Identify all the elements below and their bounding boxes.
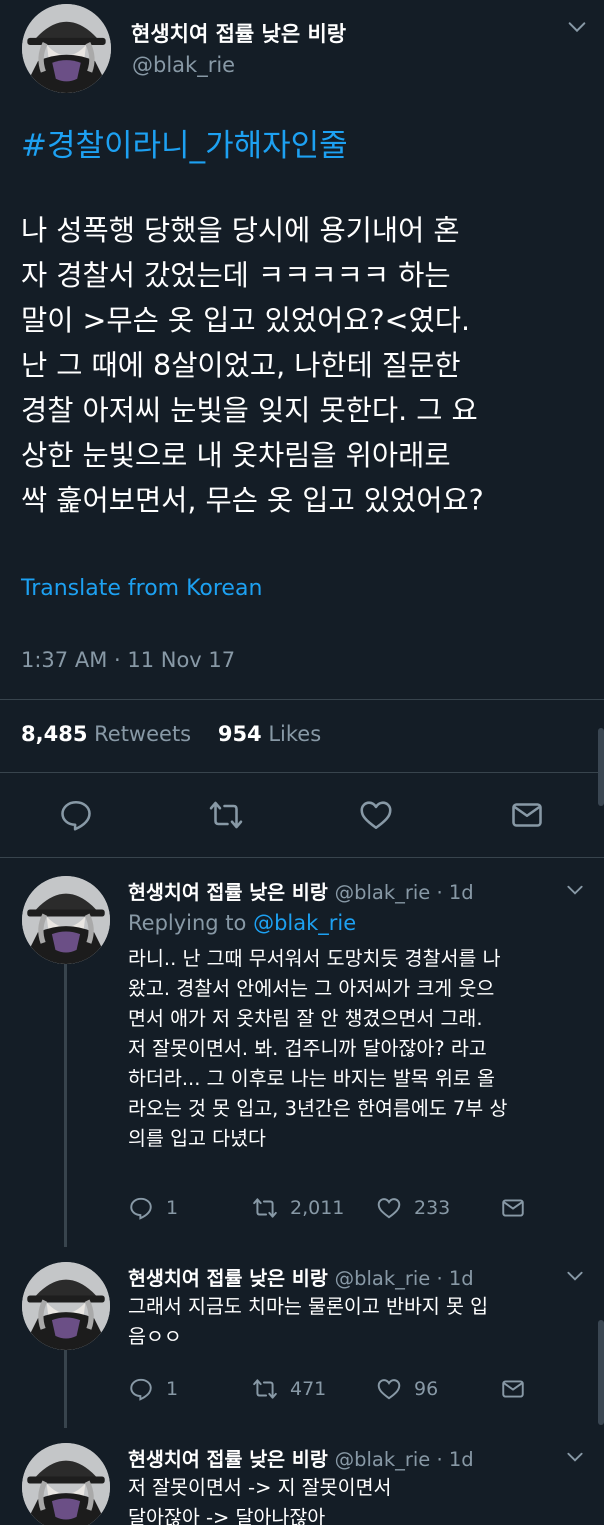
message-button[interactable]	[500, 1376, 538, 1402]
retweets-count[interactable]: 8,485	[21, 722, 87, 746]
retweet-button[interactable]: 471	[252, 1376, 326, 1402]
tweet-body-line: 경찰 아저씨 눈빛을 잊지 못한다. 그 요	[21, 394, 478, 427]
reply-button[interactable]	[58, 797, 94, 833]
thread-line	[64, 962, 67, 1247]
author-name[interactable]: 현생치여 접률 낮은 비랑	[128, 1267, 328, 1290]
message-icon	[512, 803, 542, 827]
tweet-body-line: 난 그 때에 8살이었고, 나한테 질문한	[21, 349, 461, 382]
reply-body-line: 면서 애가 저 옷차림 잘 안 챙겼으면서 그래.	[128, 1007, 483, 1030]
retweet-icon	[253, 1379, 277, 1399]
reply-icon	[61, 800, 91, 831]
message-button[interactable]	[509, 797, 545, 833]
reply-header: 현생치여 접률 낮은 비랑 @blak_rie · 1d	[128, 876, 474, 905]
author-name[interactable]: 현생치여 접률 낮은 비랑	[128, 881, 328, 904]
tweet-body-line: 싹 훑어보면서, 무슨 옷 입고 있었어요?	[21, 484, 484, 517]
reply-body-line: 하더라... 그 이후로 나는 바지는 발목 위로 올	[128, 1067, 495, 1090]
reply-body-line: 저 잘못이면서 -> 지 잘못이면서	[128, 1476, 392, 1499]
retweet-count: 2,011	[290, 1197, 345, 1219]
avatar-image	[22, 4, 111, 93]
avatar-image	[22, 1262, 110, 1350]
reply-button[interactable]: 1	[128, 1195, 178, 1221]
reply-body: 그래서 지금도 치마는 물론이고 반바지 못 입 음ㅇㅇ	[128, 1292, 588, 1352]
retweet-button[interactable]: 2,011	[252, 1195, 344, 1221]
hashtag-link[interactable]: #경찰이라니_가해자인줄	[21, 120, 348, 165]
message-icon	[502, 1199, 524, 1217]
author-handle[interactable]: @blak_rie	[132, 53, 235, 77]
scrollbar[interactable]	[598, 1320, 604, 1425]
like-button[interactable]: 96	[376, 1376, 438, 1402]
retweets-label[interactable]: Retweets	[94, 722, 191, 746]
retweet-count: 471	[290, 1378, 327, 1400]
tweet-body-line: 말이 >무슨 옷 입고 있었어요?<였다.	[21, 304, 471, 337]
replying-handle-link[interactable]: @blak_rie	[253, 911, 356, 935]
retweet-icon	[253, 1198, 277, 1218]
likes-count[interactable]: 954	[218, 722, 262, 746]
reply-icon	[130, 1197, 152, 1220]
message-button[interactable]	[500, 1195, 538, 1221]
reply-header: 현생치여 접률 낮은 비랑 @blak_rie · 1d	[128, 1262, 474, 1291]
like-icon	[377, 1379, 401, 1400]
reply-body-line: 달아잖아 -> 달아나잖아	[128, 1506, 326, 1525]
avatar[interactable]	[22, 1443, 110, 1525]
divider	[0, 857, 604, 858]
reply-body: 저 잘못이면서 -> 지 잘못이면서 달아잖아 -> 달아나잖아	[128, 1473, 588, 1525]
like-icon	[377, 1198, 401, 1219]
message-icon	[502, 1380, 524, 1398]
handle-time[interactable]: @blak_rie · 1d	[335, 1448, 474, 1471]
tweet-body-line: 나 성폭행 당했을 당시에 용기내어 혼	[21, 214, 460, 247]
reply-body-line: 저 잘못이면서. 봐. 겁주니까 달아잖아? 라고	[128, 1037, 487, 1060]
chevron-down-icon[interactable]	[566, 16, 588, 38]
reply-body-line: 음ㅇㅇ	[128, 1325, 182, 1348]
main-tweet: 현생치여 접률 낮은 비랑 @blak_rie #경찰이라니_가해자인줄 나 성…	[0, 0, 604, 858]
chevron-down-icon[interactable]	[565, 880, 585, 900]
avatar-image	[22, 876, 110, 964]
chevron-down-icon[interactable]	[565, 1447, 585, 1467]
tweet-body: 나 성폭행 당했을 당시에 용기내어 혼 자 경찰서 갔었는데 ㅋㅋㅋㅋㅋ 하는…	[21, 208, 591, 523]
reply-count: 1	[166, 1378, 179, 1400]
avatar-image	[22, 1443, 110, 1525]
like-icon	[360, 801, 392, 830]
reply-header: 현생치여 접률 낮은 비랑 @blak_rie · 1d	[128, 1443, 474, 1472]
scrollbar[interactable]	[598, 728, 604, 806]
reply-body-line: 라오는 것 못 입고, 3년간은 한여름에도 7부 상	[128, 1097, 508, 1120]
reply-body-line: 라니.. 난 그때 무서워서 도망치듯 경찰서를 나	[128, 947, 501, 970]
tweet-timestamp: 1:37 AM · 11 Nov 17	[21, 648, 236, 672]
avatar[interactable]	[22, 1262, 110, 1350]
divider	[0, 772, 604, 773]
like-button[interactable]	[358, 797, 394, 833]
retweet-icon	[209, 801, 243, 829]
tweet-body-line: 자 경찰서 갔었는데 ㅋㅋㅋㅋㅋ 하는	[21, 259, 451, 292]
like-button[interactable]: 233	[376, 1195, 450, 1221]
reply-count: 1	[166, 1197, 179, 1219]
tweet-body-line: 상한 눈빛으로 내 옷차림을 위아래로	[21, 439, 451, 472]
replying-to: Replying to @blak_rie	[128, 911, 356, 935]
engagement-counts: 8,485 Retweets 954 Likes	[21, 722, 321, 746]
handle-time[interactable]: @blak_rie · 1d	[335, 1267, 474, 1290]
divider	[0, 699, 604, 700]
reply-button[interactable]: 1	[128, 1376, 178, 1402]
reply-body-line: 그래서 지금도 치마는 물론이고 반바지 못 입	[128, 1295, 489, 1318]
translate-link[interactable]: Translate from Korean	[21, 576, 262, 601]
retweet-button[interactable]	[208, 797, 244, 833]
reply-body: 라니.. 난 그때 무서워서 도망치듯 경찰서를 나 왔고. 경찰서 안에서는 …	[128, 944, 588, 1154]
reply-icon	[130, 1378, 152, 1401]
like-count: 96	[414, 1378, 439, 1400]
reply-body-line: 의를 입고 다녔다	[128, 1127, 266, 1150]
thread-line	[64, 1348, 67, 1428]
likes-label[interactable]: Likes	[268, 722, 321, 746]
author-name[interactable]: 현생치여 접률 낮은 비랑	[128, 1448, 328, 1471]
chevron-down-icon[interactable]	[565, 1266, 585, 1286]
replying-prefix: Replying to	[128, 911, 247, 935]
like-count: 233	[414, 1197, 451, 1219]
handle-time[interactable]: @blak_rie · 1d	[335, 881, 474, 904]
avatar[interactable]	[22, 876, 110, 964]
avatar[interactable]	[22, 4, 111, 93]
author-name[interactable]: 현생치여 접률 낮은 비랑	[131, 18, 346, 48]
reply-body-line: 왔고. 경찰서 안에서는 그 아저씨가 크게 웃으	[128, 977, 495, 1000]
